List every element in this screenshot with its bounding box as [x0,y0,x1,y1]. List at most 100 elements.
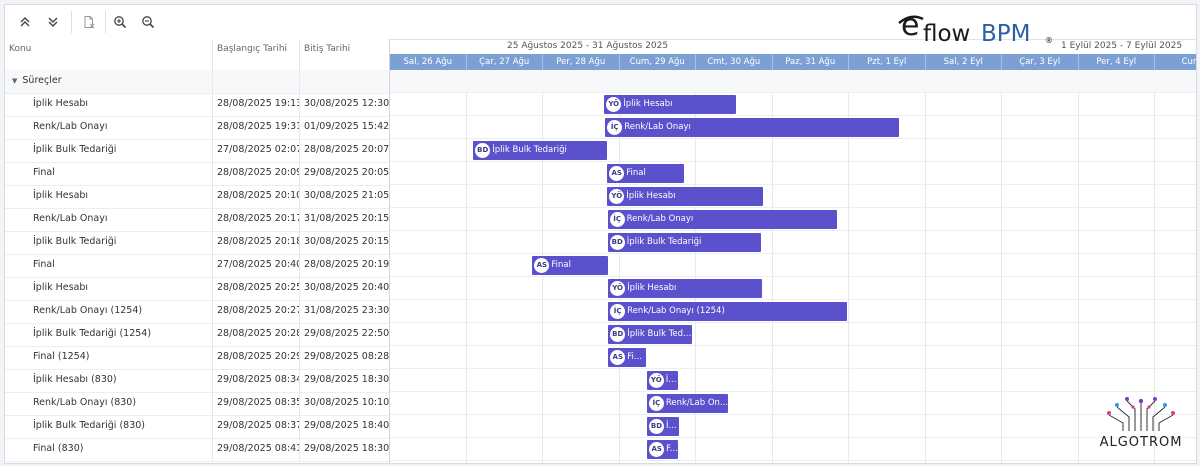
group-row[interactable]: ▼ Süreçler [5,70,389,94]
task-name: İplik Bulk Tedariği [5,231,213,254]
table-row[interactable]: İplik Hesabı 28/08/2025 20:10 30/08/2025 2… [5,185,389,209]
gantt-row [390,392,1196,415]
task-end-date: 28/08/2025 20:19 [304,259,389,270]
task-bar-label: İplik Bulk Ted... [627,329,692,339]
table-row[interactable]: Final (830) 29/08/2025 08:41 29/08/2025 18… [5,438,389,462]
task-bar[interactable]: AS Final [607,164,684,183]
assignee-badge: YÖ [610,281,626,296]
task-name: İplik Hesabı [5,93,213,116]
week-label: 1 Eylül 2025 - 7 Eylül 2025 [1061,41,1183,51]
task-name: Renk/Lab Onayı (1254) [5,300,213,323]
gantt-row [390,369,1196,392]
assignee-badge: YÖ [648,373,664,388]
task-end-date: 29/08/2025 18:30 [304,374,389,385]
task-bar[interactable]: İÇ Renk/Lab Onayı [605,118,900,137]
task-bar-label: Renk/Lab Onayı [626,214,694,224]
task-grid: Konu Başlangıç Tarihi Bitiş Tarihi ▼ Süre… [5,39,390,463]
day-header-cell: Sal, 2 Eyl [926,54,1002,70]
table-row[interactable]: Renk/Lab Onayı (1254) 28/08/2025 20:27 31/… [5,300,389,324]
assignee-badge: BD [610,327,626,342]
table-row[interactable]: Final 27/08/2025 20:40 28/08/2025 20:19 [5,254,389,278]
task-bar[interactable]: BD İplik Bulk Tedariği [607,233,761,252]
day-header-cell: Cum, [1155,54,1196,70]
task-bar-label: İplik Hesabı [626,191,676,201]
day-header: Sal, 26 Ağu Çar, 27 Ağu Per, 28 Ağu Cum, 29… [390,54,1196,71]
delete-task-button[interactable] [78,12,100,32]
table-row[interactable]: Final (1254) 28/08/2025 20:29 29/08/2025 0… [5,346,389,370]
task-end-date: 30/08/2025 20:40 [304,282,389,293]
assignee-badge: İÇ [610,304,626,319]
task-bar[interactable]: BD İplik Bulk Tedariği [473,141,608,160]
table-row[interactable]: Renk/Lab Onayı 28/08/2025 19:31 01/09/2025… [5,116,389,140]
task-bar[interactable]: İÇ Renk/Lab On... [646,394,729,413]
task-bar[interactable]: BD İ... [646,417,679,436]
task-bar-label: İplik Hesabı [623,99,673,109]
table-row[interactable]: İplik Bulk Tedariği 28/08/2025 20:18 30/08… [5,231,389,255]
assignee-badge: İÇ [609,212,625,227]
column-header-end-date[interactable]: Bitiş Tarihi [300,39,389,70]
gantt-row [390,254,1196,277]
day-header-cell: Cmt, 30 Ağu [696,54,773,70]
table-row[interactable]: Final 28/08/2025 20:09 29/08/2025 20:05 [5,162,389,186]
task-bar[interactable]: AS Final [532,256,608,275]
table-row[interactable]: Renk/Lab Onayı 28/08/2025 20:17 31/08/2025… [5,208,389,232]
assignee-badge: AS [609,166,625,181]
table-row[interactable]: İplik Hesabı (830) 29/08/2025 08:34 29/08/… [5,369,389,393]
task-bar[interactable]: İÇ Renk/Lab Onayı [607,210,838,229]
task-bar[interactable]: AS Fi... [608,348,647,367]
day-header-cell: Çar, 27 Ağu [467,54,543,70]
expand-all-button[interactable] [42,12,64,32]
brand-name: ALGOTROM [1099,435,1183,450]
zoom-out-button[interactable] [137,12,159,32]
task-end-date: 30/08/2025 20:15 [304,236,389,247]
toolbar-separator [71,11,72,33]
zoom-in-icon [114,16,127,29]
task-start-date: 27/08/2025 20:40 [213,254,300,277]
task-bar[interactable]: İÇ Renk/Lab Onayı (1254) [608,302,848,321]
grid-header: Konu Başlangıç Tarihi Bitiş Tarihi [5,39,389,71]
assignee-badge: YÖ [609,189,625,204]
column-header-subject[interactable]: Konu [5,39,213,70]
task-name: Final [5,162,213,185]
table-row[interactable]: Renk/Lab Onayı (830) 29/08/2025 08:35 30/0… [5,392,389,416]
assignee-badge: BD [609,235,625,250]
task-end-date: 29/08/2025 20:05 [304,167,389,178]
gantt-row [390,185,1196,208]
task-bar[interactable]: YÖ İplik Hesabı [607,187,764,206]
assignee-badge: YÖ [606,97,622,112]
task-end-date: 29/08/2025 22:50 [304,328,389,339]
gantt-app: e flow BPM ® Konu Başlangıç Tarihi Bitiş… [4,4,1197,464]
table-row[interactable]: İplik Bulk Tedariği (830) 29/08/2025 08:3… [5,415,389,439]
task-start-date: 27/08/2025 02:07 [213,139,300,162]
task-bar[interactable]: YÖ İplik Hesabı [604,95,736,114]
gantt-row [390,93,1196,116]
task-bar[interactable]: YÖ İ... [646,371,679,390]
task-bar-label: İ... [665,421,677,431]
assignee-badge: İÇ [648,396,664,411]
task-bar-label: İplik Bulk Tedariği [492,145,567,155]
task-bar-label: Renk/Lab Onayı [624,122,691,132]
assignee-badge: İÇ [607,120,623,135]
task-name: İplik Bulk Tedariği [5,139,213,162]
collapse-caret-icon[interactable]: ▼ [12,70,17,92]
task-name: İplik Hesabı [5,277,213,300]
table-row[interactable]: İplik Hesabı 28/08/2025 19:13 30/08/2025 1… [5,93,389,117]
gantt-row [390,162,1196,185]
gantt-chart: 25 Ağustos 2025 - 31 Ağustos 2025 1 Eylü… [390,39,1196,463]
task-name: Renk/Lab Onayı [5,116,213,139]
table-row[interactable]: İplik Hesabı 28/08/2025 20:25 30/08/2025 2… [5,277,389,301]
task-bar-label: Final [551,260,571,270]
task-start-date: 28/08/2025 20:25 [213,277,300,300]
task-bar[interactable]: YÖ İplik Hesabı [608,279,762,298]
column-header-start-date[interactable]: Başlangıç Tarihi [213,39,300,70]
task-bar-label: Renk/Lab On... [665,398,729,408]
table-row[interactable]: İplik Bulk Tedariği 27/08/2025 02:07 28/08… [5,139,389,163]
task-start-date: 28/08/2025 19:13 [213,93,300,116]
task-start-date: 28/08/2025 19:31 [213,116,300,139]
table-row[interactable]: İplik Bulk Tedariği (1254) 28/08/2025 20:… [5,323,389,347]
task-bar[interactable]: BD İplik Bulk Ted... [608,325,693,344]
task-bar[interactable]: AS F... [647,440,679,459]
day-header-cell: Sal, 26 Ağu [390,54,467,70]
zoom-in-button[interactable] [109,12,131,32]
collapse-all-button[interactable] [14,12,36,32]
